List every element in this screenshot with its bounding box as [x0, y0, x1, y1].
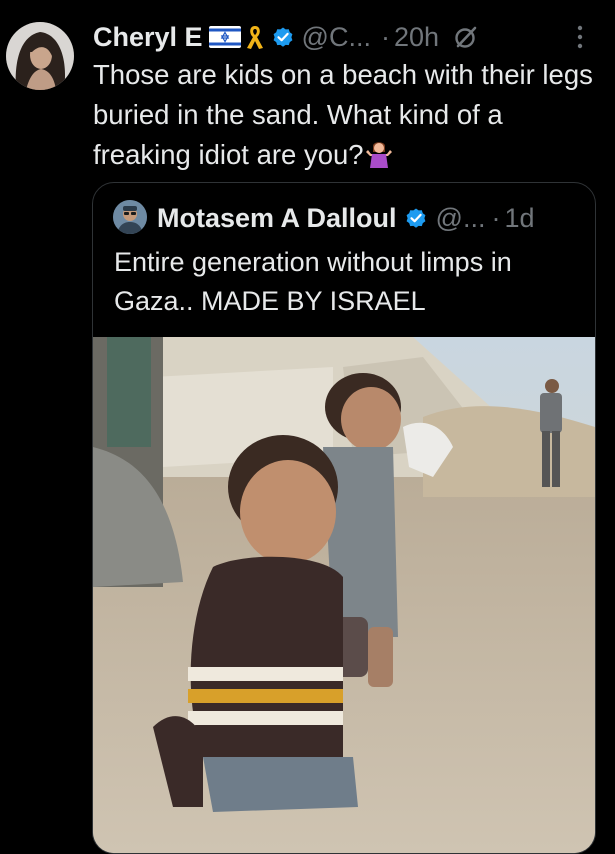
- quoted-timestamp[interactable]: 1d: [504, 203, 534, 234]
- verified-badge-icon: [406, 208, 425, 228]
- timestamp[interactable]: 20h: [394, 22, 439, 53]
- quoted-author-avatar[interactable]: [113, 200, 147, 234]
- grok-icon[interactable]: [453, 24, 479, 50]
- yellow-ribbon-icon: [246, 26, 263, 49]
- israel-flag-icon: [208, 26, 241, 48]
- more-icon[interactable]: [567, 23, 593, 51]
- author-handle[interactable]: @C...: [302, 22, 371, 53]
- tweet-text: Those are kids on a beach with their leg…: [93, 55, 603, 175]
- verified-badge-icon: [273, 27, 292, 47]
- author-name[interactable]: Cheryl E: [93, 22, 203, 53]
- tweet-media-image[interactable]: [93, 337, 595, 853]
- quoted-author-handle[interactable]: @...: [436, 203, 486, 234]
- quoted-author-name[interactable]: Motasem A Dalloul: [157, 203, 397, 234]
- shrug-emoji-icon: [365, 142, 392, 168]
- quoted-header: Motasem A Dalloul @... · 1d: [157, 200, 535, 236]
- tweet-body: Those are kids on a beach with their leg…: [93, 59, 593, 170]
- author-avatar[interactable]: [6, 22, 74, 90]
- separator-dot: ·: [491, 202, 501, 233]
- quoted-tweet[interactable]: Motasem A Dalloul @... · 1d Entire gener…: [92, 182, 596, 854]
- tweet-header: Cheryl E @C... · 20h: [93, 17, 593, 57]
- quoted-text: Entire generation without limps in Gaza.…: [114, 247, 512, 316]
- separator-dot: ·: [380, 21, 390, 52]
